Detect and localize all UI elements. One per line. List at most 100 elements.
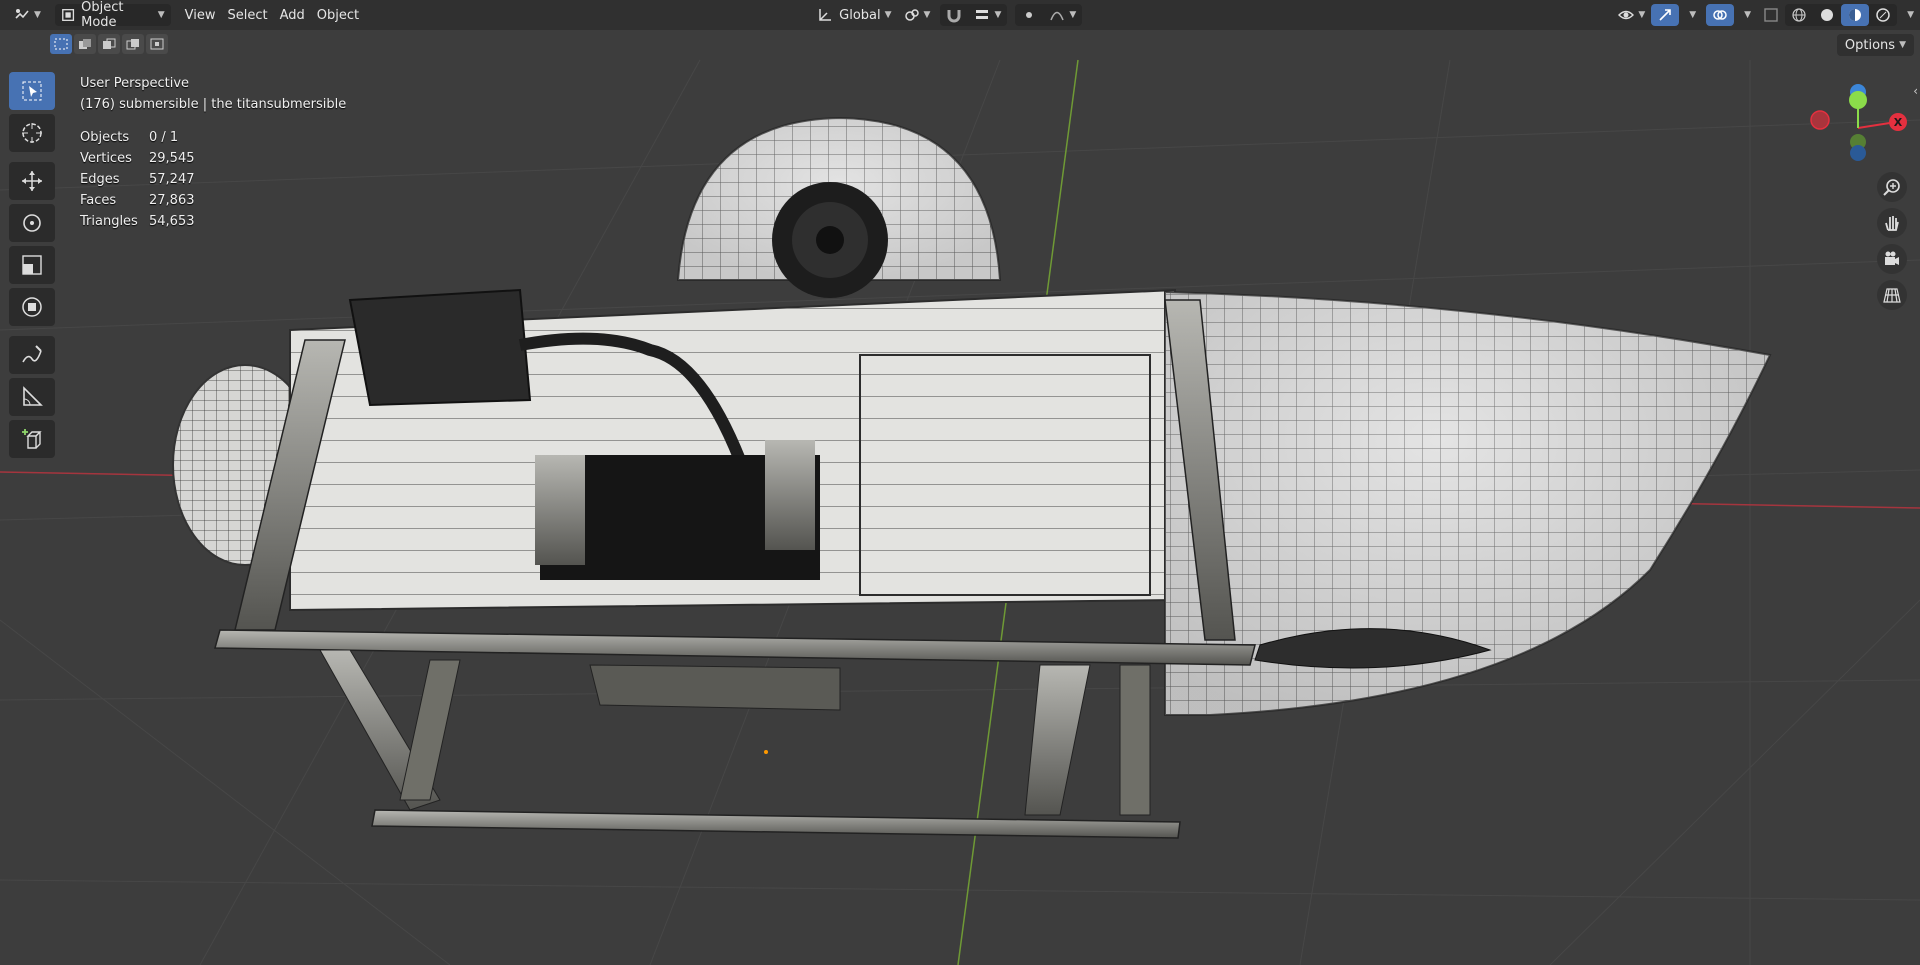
snap-target-select[interactable]: ▼: [968, 4, 1007, 26]
overlays-toggle[interactable]: [1706, 4, 1735, 26]
viewport-info-overlay: User Perspective (176) submersible | the…: [80, 73, 346, 232]
gizmo-arrow-icon: [1659, 9, 1672, 21]
gizmo-toggle[interactable]: [1651, 4, 1680, 26]
pivot-point-button[interactable]: ▼: [898, 4, 937, 26]
tool-move[interactable]: [9, 162, 55, 200]
chevron-down-icon: ▼: [1069, 10, 1077, 20]
transform-orientation-select[interactable]: Global ▼: [811, 4, 897, 26]
select-subtract-icon: [103, 38, 116, 49]
scene-statistics: Objects 0 / 1 Vertices 29,545 Edges 57,2…: [80, 127, 346, 232]
shading-rendered[interactable]: [1869, 4, 1897, 26]
shading-group: [1785, 4, 1898, 26]
editor-type-button[interactable]: ▼: [8, 4, 47, 26]
view-name: User Perspective: [80, 76, 190, 91]
tool-rotate[interactable]: [9, 204, 55, 242]
menu-object[interactable]: Object: [311, 4, 365, 26]
select-new-icon: [54, 38, 68, 50]
camera-icon: [1885, 251, 1899, 265]
chevron-down-icon: ▼: [1907, 10, 1914, 20]
stat-value: 57,247: [149, 172, 195, 187]
xray-icon: [1764, 8, 1778, 22]
select-intersect-icon: [150, 38, 164, 50]
select-extend-button[interactable]: [74, 34, 96, 54]
shading-options[interactable]: ▼: [1897, 4, 1920, 26]
tool-cursor[interactable]: [9, 114, 55, 152]
stat-triangles: Triangles 54,653: [80, 211, 346, 232]
navigation-gizmo[interactable]: X: [1810, 80, 1910, 170]
chevron-down-icon: ▼: [923, 10, 931, 20]
select-invert-button[interactable]: [122, 34, 144, 54]
hand-pan-icon: [1885, 216, 1899, 231]
stat-edges: Edges 57,247: [80, 169, 346, 190]
rotate-icon: [23, 214, 41, 232]
stat-label: Triangles: [80, 214, 138, 229]
tool-transform[interactable]: [9, 288, 55, 326]
gizmo-y: [1849, 91, 1867, 109]
menu-select[interactable]: Select: [222, 4, 274, 26]
options-button[interactable]: Options ▼: [1836, 34, 1914, 56]
tool-annotate[interactable]: [9, 336, 55, 374]
sidebar-collapse-icon[interactable]: ‹: [1913, 84, 1918, 98]
chevron-down-icon: ▼: [1638, 10, 1646, 20]
menu-view[interactable]: View: [179, 4, 222, 26]
select-extend-icon: [79, 39, 91, 49]
stat-vertices: Vertices 29,545: [80, 148, 346, 169]
solid-sphere-icon: [1821, 9, 1834, 21]
stat-label: Faces: [80, 193, 117, 208]
add-cube-icon: [22, 429, 42, 449]
perspective-toggle-button[interactable]: [1877, 280, 1907, 310]
overlays-icon: [1713, 10, 1727, 20]
material-sphere-icon: [1849, 9, 1862, 21]
chevron-down-icon: ▼: [994, 10, 1002, 20]
stat-label: Objects: [80, 130, 130, 145]
menu-add[interactable]: Add: [274, 4, 311, 26]
shading-wireframe[interactable]: [1785, 4, 1813, 26]
snap-group: ▼: [940, 4, 1008, 26]
snap-toggle[interactable]: [940, 4, 968, 26]
measure-icon: [23, 386, 43, 406]
gizmo-neg-x: [1810, 110, 1830, 130]
chevron-down-icon: ▼: [1744, 10, 1752, 20]
chevron-down-icon: ▼: [1689, 10, 1697, 20]
mode-select[interactable]: Object Mode ▼: [54, 0, 171, 30]
proportional-edit-toggle[interactable]: [1015, 4, 1043, 26]
tool-add-cube[interactable]: [9, 420, 55, 458]
annotate-icon: [22, 345, 42, 363]
chevron-down-icon: ▼: [157, 10, 165, 20]
rendered-sphere-icon: [1876, 8, 1890, 22]
grid-perspective-icon: [1883, 288, 1901, 303]
object-info: (176) submersible | the titansubmersible: [80, 97, 347, 112]
magnet-icon: [947, 10, 961, 23]
overlays-options[interactable]: ▼: [1734, 4, 1757, 26]
navigation-tools: [1877, 172, 1907, 316]
falloff-select[interactable]: ▼: [1043, 4, 1082, 26]
shading-material[interactable]: [1841, 4, 1870, 26]
chevron-down-icon: ▼: [1899, 40, 1906, 50]
visibility-select[interactable]: ▼: [1612, 4, 1651, 26]
cursor-icon: [22, 123, 42, 143]
move-icon: [22, 171, 42, 191]
select-subtract-button[interactable]: [98, 34, 120, 54]
gizmo-x-label: X: [1894, 116, 1903, 129]
camera-view-button[interactable]: [1877, 244, 1907, 274]
tool-select-box[interactable]: [9, 72, 55, 110]
gizmo-options[interactable]: ▼: [1679, 4, 1702, 26]
tool-scale[interactable]: [9, 246, 55, 284]
zoom-button[interactable]: [1877, 172, 1907, 202]
axis-gizmo: X: [1810, 84, 1907, 161]
thruster: [348, 288, 532, 407]
stat-label: Vertices: [80, 151, 132, 166]
shading-solid[interactable]: [1813, 4, 1841, 26]
orientation-label: Global: [839, 7, 881, 23]
editor-type-icon: [15, 9, 29, 19]
origin-dot: [764, 750, 768, 754]
object-mode-icon: [62, 9, 75, 21]
tool-measure[interactable]: [9, 378, 55, 416]
eye-icon: [1618, 10, 1635, 20]
select-intersect-button[interactable]: [146, 34, 168, 54]
select-new-button[interactable]: [50, 34, 72, 54]
transform-icon: [22, 297, 42, 317]
xray-toggle[interactable]: [1757, 4, 1785, 26]
stat-objects: Objects 0 / 1: [80, 127, 346, 148]
pan-button[interactable]: [1877, 208, 1907, 238]
